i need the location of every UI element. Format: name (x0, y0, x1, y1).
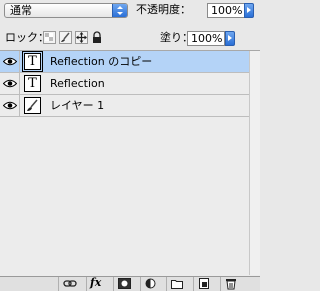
adjustment-layer-button[interactable] (140, 277, 162, 291)
resize-grip[interactable] (249, 277, 260, 291)
delete-layer-button[interactable] (220, 277, 242, 291)
layer-name[interactable]: Reflection (50, 73, 105, 94)
eye-icon (3, 79, 17, 88)
brush-icon (27, 99, 38, 111)
fx-icon: fx (90, 276, 102, 289)
layers-toolbar: fx (0, 276, 260, 291)
folder-icon (171, 280, 183, 289)
layer-row[interactable]: T Reflection のコピー (0, 51, 249, 73)
new-layer-button[interactable] (193, 277, 215, 291)
opacity-field[interactable]: 100% (207, 3, 245, 18)
blend-mode-select[interactable]: 通常 (4, 3, 128, 18)
link-layers-button[interactable] (58, 277, 80, 291)
brush-layer-thumb-icon (24, 97, 41, 114)
text-layer-thumb-icon: T (24, 75, 41, 92)
layers-panel: 通常 不透明度： 100% ロック： 塗り： 100% T Reflection… (0, 0, 260, 291)
half-circle-icon (145, 278, 156, 289)
layer-row[interactable]: レイヤー 1 (0, 95, 249, 117)
mask-icon (118, 278, 131, 289)
eye-icon (3, 57, 17, 66)
trash-icon (226, 279, 236, 290)
checker-icon (45, 33, 53, 41)
lock-all-button[interactable] (91, 31, 104, 44)
lock-position-button[interactable] (75, 31, 88, 44)
opacity-slider-arrow-icon[interactable] (244, 3, 254, 18)
fill-slider-arrow-icon[interactable] (225, 31, 235, 46)
eye-icon (3, 101, 17, 110)
lock-icon (93, 31, 101, 43)
fill-field[interactable]: 100% (187, 31, 225, 46)
brush-icon (61, 32, 70, 42)
opacity-label: 不透明度： (136, 3, 191, 16)
layer-name[interactable]: レイヤー 1 (50, 95, 104, 116)
new-layer-icon (199, 278, 209, 289)
visibility-toggle[interactable] (0, 73, 20, 94)
visibility-toggle[interactable] (0, 95, 20, 116)
layer-name[interactable]: Reflection のコピー (50, 51, 152, 72)
layer-row[interactable]: T Reflection (0, 73, 249, 95)
lock-pixels-button[interactable] (59, 31, 72, 44)
select-arrows-icon (112, 4, 127, 17)
layer-style-button[interactable]: fx (86, 276, 108, 291)
scrollbar[interactable] (249, 51, 260, 275)
move-icon (76, 32, 87, 43)
new-group-button[interactable] (166, 277, 188, 291)
layers-list: T Reflection のコピー T Reflection レイヤー 1 (0, 50, 260, 276)
link-icon (63, 280, 77, 287)
lock-transparency-button[interactable] (43, 31, 56, 44)
blend-mode-value: 通常 (10, 4, 32, 17)
visibility-toggle[interactable] (0, 51, 20, 72)
add-mask-button[interactable] (113, 277, 135, 291)
text-layer-thumb-icon: T (22, 51, 43, 72)
